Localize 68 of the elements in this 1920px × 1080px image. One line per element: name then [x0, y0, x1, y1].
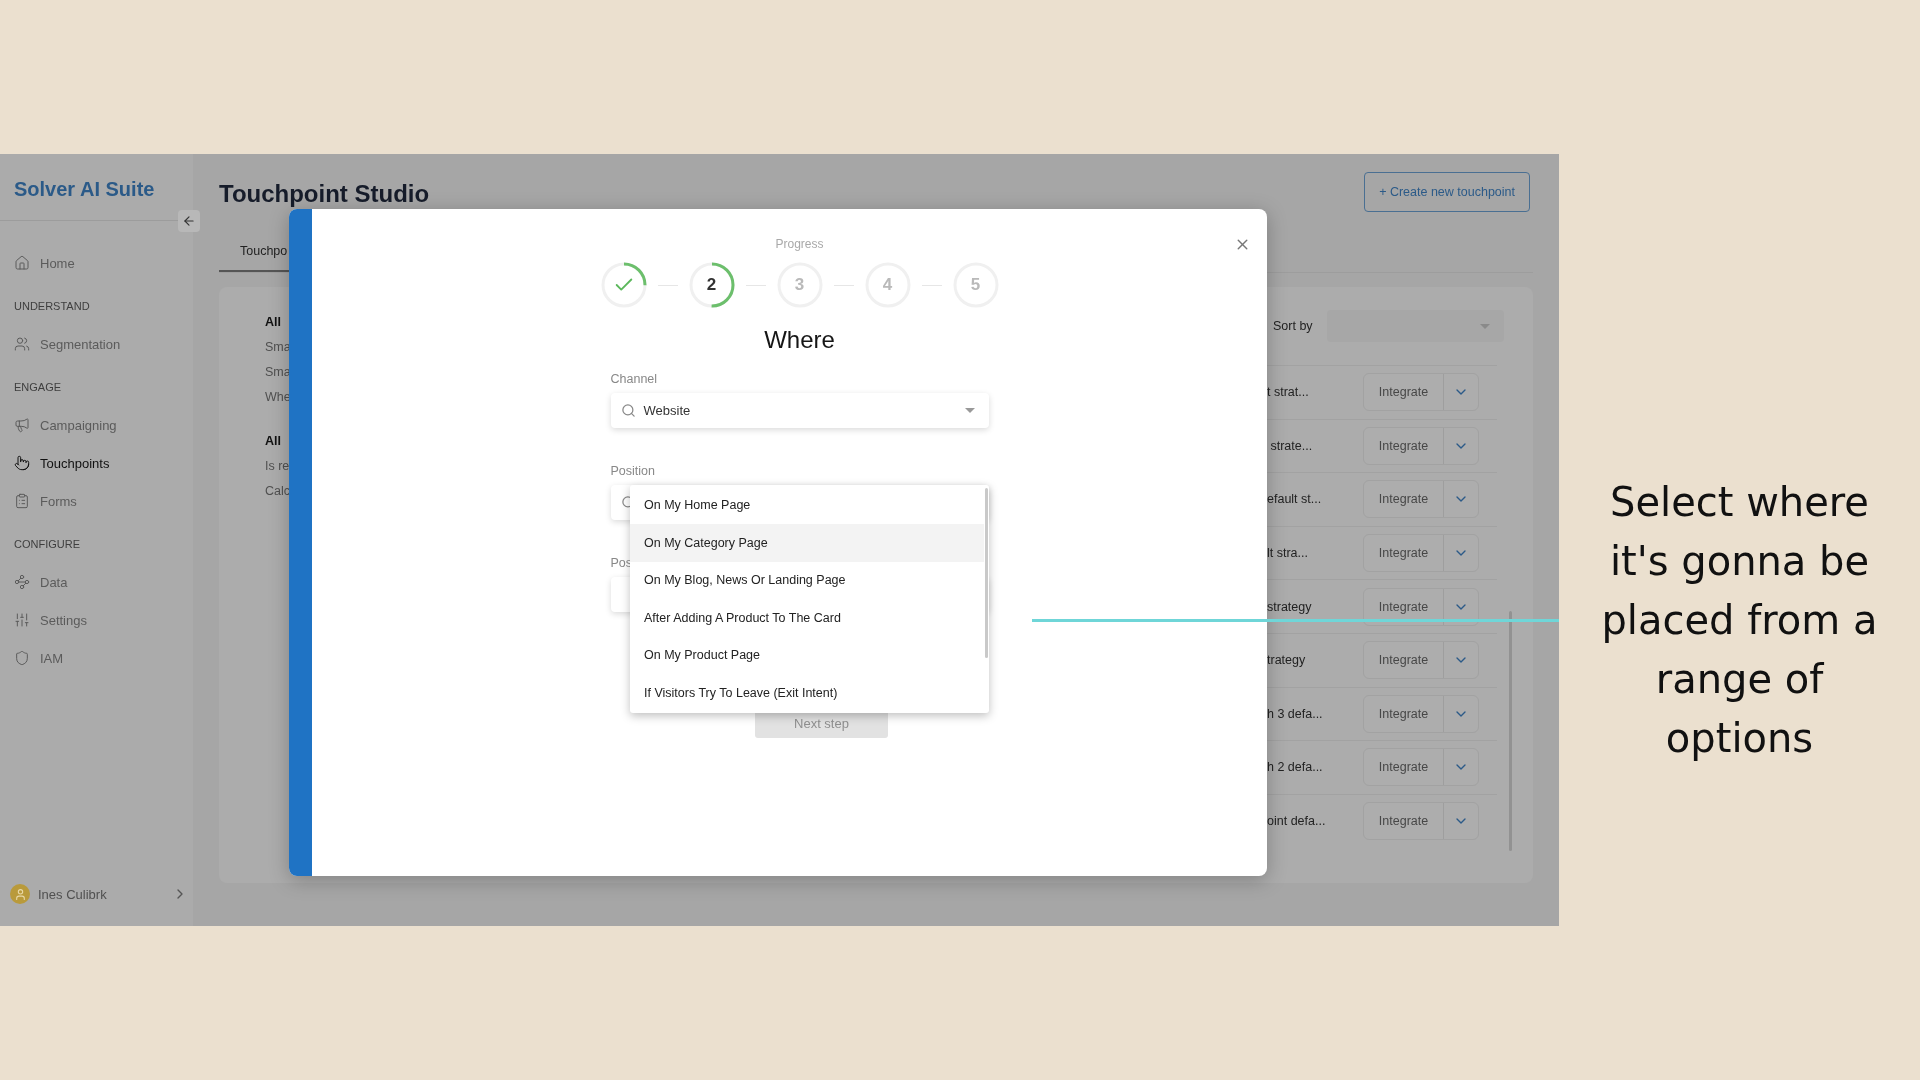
collapse-button[interactable]: [178, 210, 200, 232]
scrollbar[interactable]: [985, 488, 988, 658]
search-icon: [620, 403, 636, 418]
user-name: Ines Culibrk: [38, 886, 108, 902]
dropdown-arrow-icon: [964, 408, 975, 413]
create-button[interactable]: + Create new touchpoint: [1364, 172, 1530, 212]
section-heading: UNDERSTAND: [14, 300, 91, 314]
integrate-button[interactable]: Integrate: [1364, 642, 1444, 679]
dropdown-option[interactable]: On My Blog, News Or Landing Page: [630, 561, 984, 599]
nav-link[interactable]: Touchpoints: [0, 444, 193, 482]
integrate-button[interactable]: Integrate: [1364, 427, 1444, 464]
nav-link[interactable]: Campaigning: [0, 406, 193, 444]
section-heading: CONFIGURE: [14, 538, 81, 552]
select-field[interactable]: Website: [610, 393, 989, 428]
home-icon: [14, 255, 30, 271]
nodes-icon: [14, 574, 30, 590]
hand-pointer-icon: [14, 455, 30, 471]
sliders-icon: [14, 612, 30, 628]
page-title: Touchpoint Studio: [219, 179, 430, 208]
field-label: Channel: [610, 372, 659, 386]
integrate-button[interactable]: Integrate: [1364, 481, 1444, 518]
dropdown-option[interactable]: On My Product Page: [630, 636, 984, 674]
dropdown-arrow-icon: [1479, 323, 1490, 329]
section-heading: ENGAGE: [14, 381, 63, 395]
people-icon: [14, 336, 30, 352]
integrate-button[interactable]: Integrate: [1364, 695, 1444, 732]
clipboard-icon: [14, 493, 30, 509]
nav-link[interactable]: Settings: [0, 601, 193, 639]
nav-link[interactable]: Data: [0, 563, 193, 601]
sort-label: Sort by: [1273, 319, 1313, 333]
integrate-button[interactable]: Integrate: [1364, 535, 1444, 572]
step-title: Where: [764, 326, 835, 354]
avatar-icon: [10, 884, 30, 904]
nav-link[interactable]: Segmentation: [0, 325, 193, 363]
touchpoint-name: strate...: [1269, 438, 1314, 453]
dropdown-option[interactable]: On My Category Page: [630, 524, 984, 562]
dropdown-option[interactable]: After Adding A Product To The Card: [630, 599, 984, 637]
dropdown-option[interactable]: On My Home Page: [630, 486, 984, 524]
sort-select[interactable]: [1326, 310, 1504, 342]
progress-label: Progress: [775, 237, 824, 253]
progress-step: 5: [952, 262, 999, 308]
app-logo: Solver AI Suite: [13, 177, 156, 202]
progress-step: 3: [776, 262, 823, 308]
touchpoint-name: t strat...: [1267, 385, 1310, 400]
nav-link[interactable]: IAM: [0, 639, 193, 677]
integrate-button[interactable]: Integrate: [1364, 374, 1444, 411]
touchpoint-name: trategy: [1267, 653, 1307, 668]
nav-link[interactable]: Home: [0, 244, 193, 282]
touchpoint-name: efault st...: [1267, 492, 1323, 507]
touchpoint-name: lt stra...: [1267, 546, 1309, 561]
touchpoint-name: h 2 defa...: [1267, 760, 1324, 775]
shield-icon: [14, 650, 30, 666]
filter-heading: All: [265, 433, 281, 450]
integrate-button[interactable]: Integrate: [1364, 749, 1444, 786]
touchpoint-name: oint defa...: [1267, 814, 1327, 829]
megaphone-icon: [14, 417, 30, 433]
filter-heading: All: [265, 314, 281, 331]
annotation-text: Select where it's gonna be placed from a range of options: [1600, 477, 1879, 763]
progress-step: 4: [864, 262, 911, 308]
integrate-button[interactable]: Integrate: [1364, 803, 1444, 840]
touchpoint-name: h 3 defa...: [1267, 706, 1324, 721]
field-label: Position: [610, 464, 656, 478]
filter-option[interactable]: Calc: [265, 480, 290, 505]
filter-option[interactable]: Whe: [265, 386, 291, 411]
filter-option[interactable]: Is re: [265, 455, 290, 480]
nav-link[interactable]: Forms: [0, 482, 193, 520]
progress-step: 2: [688, 262, 735, 308]
touchpoint-name: strategy: [1267, 599, 1313, 614]
